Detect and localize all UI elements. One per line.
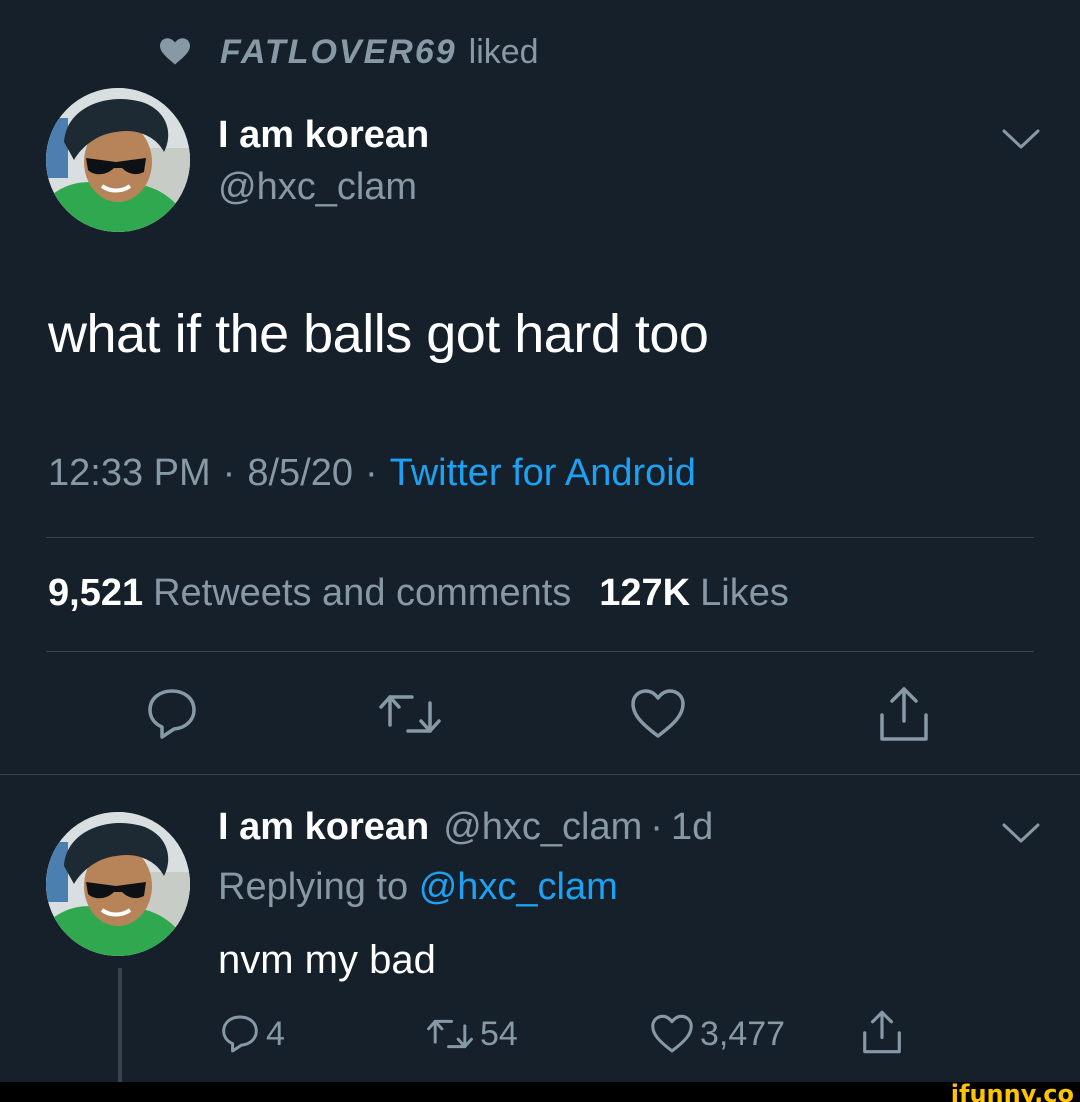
retweet-icon (427, 1019, 473, 1049)
reply-display-name[interactable]: I am korean (218, 806, 429, 849)
author-handle[interactable]: @hxc_clam (218, 166, 417, 209)
share-button[interactable] (874, 684, 934, 744)
retweets-count[interactable]: 9,521 (48, 572, 143, 615)
reply-count: 4 (266, 1014, 285, 1053)
share-icon (880, 687, 928, 741)
likes-count[interactable]: 127K (599, 572, 690, 615)
tweet-source-link[interactable]: Twitter for Android (390, 452, 696, 495)
reply-icon (222, 1015, 258, 1053)
like-count: 3,477 (700, 1014, 786, 1053)
replying-to: Replying to @hxc_clam (218, 866, 618, 909)
chevron-down-icon[interactable] (1002, 822, 1040, 844)
divider (0, 774, 1080, 775)
reply-text: nvm my bad (218, 938, 436, 982)
divider (46, 651, 1034, 652)
tweet-text: what if the balls got hard too (48, 304, 709, 364)
replying-label: Replying to (218, 866, 409, 908)
like-button[interactable] (628, 684, 688, 744)
tweet-time: 12:33 PM (48, 452, 211, 494)
meta-separator: · (364, 452, 378, 494)
reply-handle[interactable]: @hxc_clam (443, 806, 642, 849)
meta-separator: · (650, 806, 663, 848)
liked-by-context: FATLOVER69 liked (160, 30, 539, 74)
footer-bar (0, 1082, 1080, 1102)
reply-button[interactable] (142, 684, 202, 744)
reply-age: 1d (670, 806, 714, 848)
retweet-button[interactable] (379, 684, 441, 744)
divider (46, 537, 1034, 538)
avatar-image (46, 812, 190, 956)
reply-like-button[interactable]: 3,477 (650, 1010, 785, 1058)
reply-header: I am korean @hxc_clam · 1d (218, 806, 713, 849)
replying-mention[interactable]: @hxc_clam (419, 866, 618, 908)
likes-label[interactable]: Likes (700, 572, 789, 615)
chevron-down-icon[interactable] (1002, 128, 1040, 150)
retweets-label[interactable]: Retweets and comments (153, 572, 571, 615)
meta-separator: · (222, 452, 236, 494)
liker-name[interactable]: FATLOVER69 (220, 33, 457, 72)
tweet-stats: 9,521 Retweets and comments 127K Likes (48, 572, 789, 615)
watermark: ifunny.co (950, 1080, 1074, 1102)
tweet-meta: 12:33 PM · 8/5/20 · Twitter for Android (48, 452, 696, 495)
like-icon (651, 1014, 693, 1053)
author-display-name[interactable]: I am korean (218, 114, 429, 157)
share-icon (863, 1010, 901, 1054)
retweet-count: 54 (480, 1014, 518, 1053)
tweet-date: 8/5/20 (247, 452, 353, 494)
reply-share-button[interactable] (860, 1008, 910, 1056)
avatar[interactable] (46, 88, 190, 232)
retweet-icon (379, 695, 441, 733)
reply-reply-button[interactable]: 4 (220, 1010, 285, 1058)
reply-retweet-button[interactable]: 54 (426, 1010, 518, 1058)
heart-icon (160, 38, 190, 65)
like-icon (631, 689, 685, 738)
thread-line (118, 968, 122, 1082)
liked-label: liked (468, 32, 539, 71)
reply-avatar[interactable] (46, 812, 190, 956)
reply-icon (148, 689, 196, 739)
avatar-image (46, 88, 190, 232)
